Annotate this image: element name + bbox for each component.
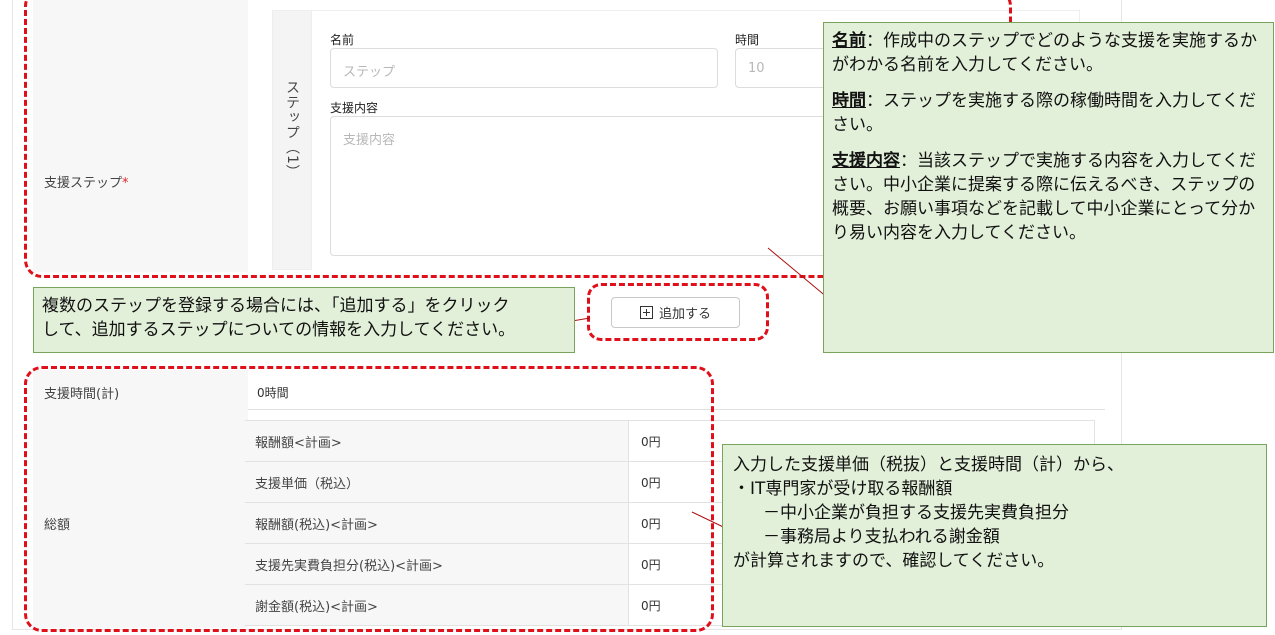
totals-callout-line: 入力した支援単価（税抜）と支援時間（計）から、 bbox=[733, 455, 1124, 475]
add-step-callout: 複数のステップを登録する場合には、「追加する」をクリック して、追加するステップ… bbox=[33, 287, 575, 353]
totals-callout-line: －事務局より支払われる謝金額 bbox=[763, 527, 1000, 547]
name-callout-text: 名前：作成中のステップでどのような支援を実施するかがわかる名前を入力してください… bbox=[832, 31, 1257, 75]
add-callout-line: 複数のステップを登録する場合には、「追加する」をクリック bbox=[42, 296, 510, 316]
totals-callout: 入力した支援単価（税抜）と支援時間（計）から、 ・IT専門家が受け取る報酬額 －… bbox=[722, 444, 1267, 627]
totals-callout-line: －中小企業が負担する支援先実費負担分 bbox=[763, 503, 1069, 523]
totals-callout-line: ・IT専門家が受け取る報酬額 bbox=[733, 479, 953, 499]
totals-callout-line: が計算されますので、確認してください。 bbox=[733, 551, 1055, 571]
content-callout-text: 支援内容：当該ステップで実施する内容を入力してください。中小企業に提案する際に伝… bbox=[832, 151, 1256, 243]
time-callout-text: 時間：ステップを実施する際の稼働時間を入力してください。 bbox=[832, 91, 1256, 135]
add-callout-line: して、追加するステップについての情報を入力してください。 bbox=[42, 320, 516, 340]
fields-callout: 名前：作成中のステップでどのような支援を実施するかがわかる名前を入力してください… bbox=[823, 22, 1274, 353]
